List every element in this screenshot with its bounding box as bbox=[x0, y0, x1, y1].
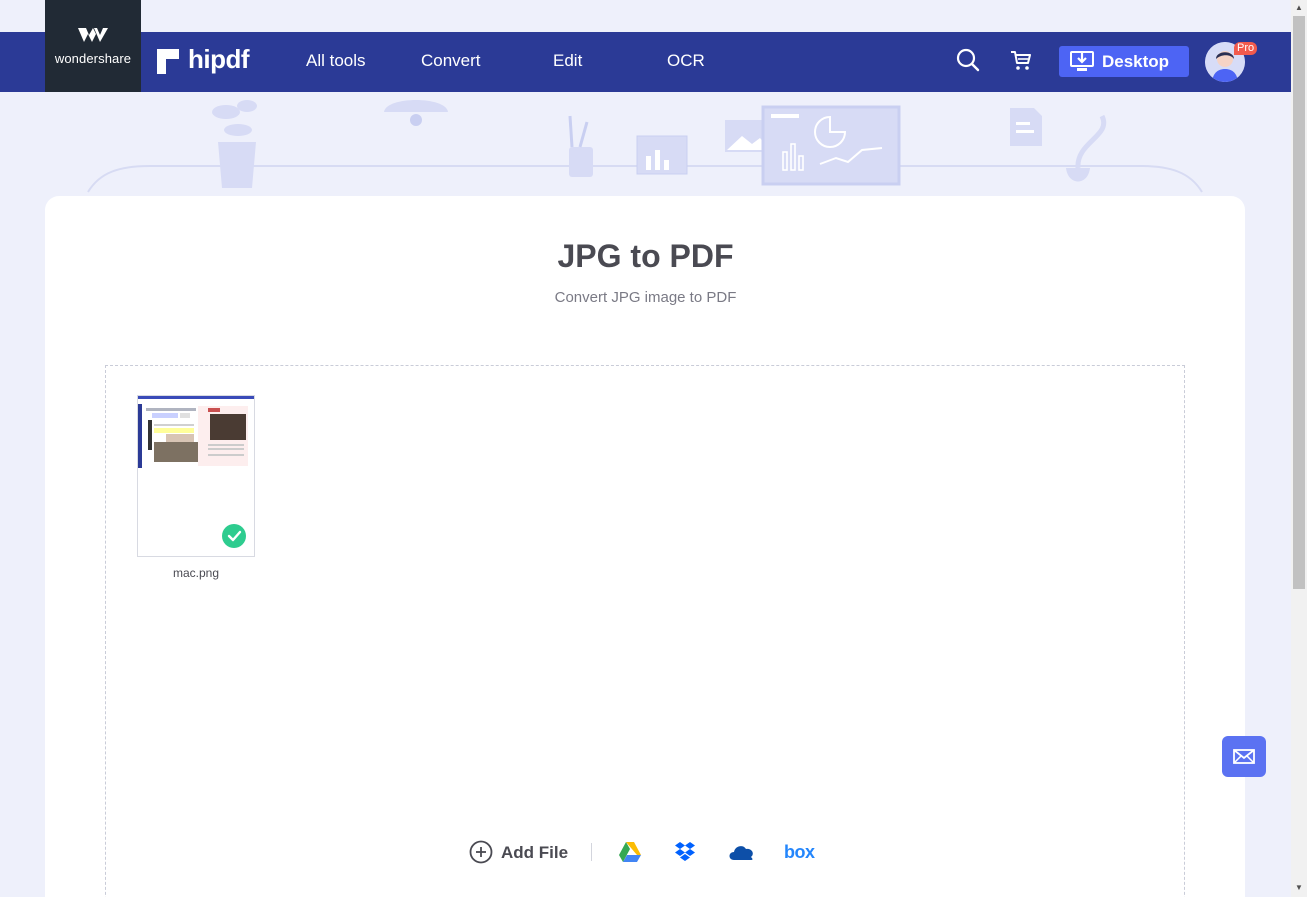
page-title: JPG to PDF bbox=[557, 238, 734, 274]
action-separator bbox=[591, 843, 592, 861]
cart-icon[interactable] bbox=[1009, 48, 1033, 72]
scroll-up-arrow-icon[interactable]: ▲ bbox=[1295, 3, 1303, 12]
download-desktop-icon bbox=[1070, 51, 1094, 71]
hipdf-logo-icon[interactable] bbox=[157, 49, 179, 74]
google-drive-icon[interactable] bbox=[619, 842, 641, 862]
upload-success-badge bbox=[222, 524, 246, 548]
dropbox-icon[interactable] bbox=[674, 841, 696, 863]
plus-circle-icon bbox=[469, 840, 493, 864]
top-strip bbox=[0, 0, 1291, 32]
onedrive-icon[interactable] bbox=[728, 843, 755, 861]
wondershare-name: wondershare bbox=[54, 51, 132, 66]
wondershare-brand[interactable]: wondershare bbox=[45, 0, 141, 92]
nav-edit[interactable]: Edit bbox=[553, 51, 582, 71]
add-file-label: Add File bbox=[501, 843, 569, 862]
nav-convert[interactable]: Convert bbox=[421, 51, 481, 71]
box-icon[interactable]: box bbox=[784, 842, 815, 863]
wondershare-logo-icon bbox=[78, 28, 108, 42]
pro-badge: Pro bbox=[1234, 42, 1258, 55]
page-subtitle: Convert JPG image to PDF bbox=[554, 289, 737, 306]
search-icon[interactable] bbox=[956, 48, 980, 72]
file-name: mac.png bbox=[172, 566, 220, 580]
check-icon bbox=[227, 530, 242, 542]
desktop-button-label: Desktop bbox=[1102, 52, 1170, 71]
mail-icon bbox=[1233, 749, 1255, 764]
desktop-download-button[interactable]: Desktop bbox=[1059, 46, 1189, 77]
nav-all-tools[interactable]: All tools bbox=[306, 51, 366, 71]
nav-ocr[interactable]: OCR bbox=[667, 51, 705, 71]
page-scrollbar-thumb[interactable] bbox=[1293, 16, 1305, 589]
feedback-mail-button[interactable] bbox=[1222, 736, 1266, 777]
hipdf-wordmark[interactable]: hipdf bbox=[188, 44, 250, 75]
scroll-down-arrow-icon[interactable]: ▼ bbox=[1295, 883, 1303, 892]
header-illustration bbox=[87, 100, 1203, 193]
file-drop-zone[interactable] bbox=[105, 365, 1185, 897]
